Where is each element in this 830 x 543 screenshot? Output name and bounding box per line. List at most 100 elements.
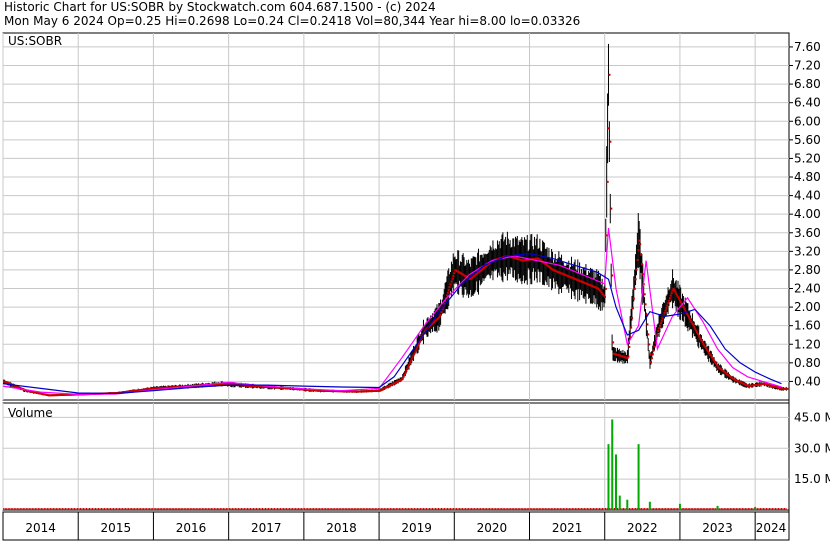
close-mark — [668, 299, 671, 302]
close-mark — [648, 343, 651, 346]
close-mark — [439, 313, 442, 316]
volume-bar — [615, 454, 618, 510]
price-panel — [2, 32, 790, 401]
close-mark — [786, 387, 789, 390]
close-mark — [667, 302, 670, 305]
close-mark — [603, 295, 606, 298]
y-tick-label: 7.60 — [794, 40, 821, 54]
y-tick-label: 7.20 — [794, 59, 821, 73]
close-mark — [411, 356, 414, 359]
close-mark — [661, 317, 664, 320]
close-mark — [409, 360, 412, 363]
volume-tick-label: 30.0 M — [794, 441, 830, 455]
close-mark — [670, 292, 673, 295]
close-mark — [650, 361, 653, 364]
x-tick-label: 2022 — [627, 521, 658, 535]
close-mark — [630, 326, 633, 329]
x-tick-label: 2017 — [251, 521, 282, 535]
close-mark — [628, 345, 631, 348]
x-tick-label: 2024 — [756, 521, 787, 535]
close-mark — [631, 316, 634, 319]
y-tick-label: 5.20 — [794, 151, 821, 165]
close-mark — [663, 312, 666, 315]
close-mark — [438, 315, 441, 318]
close-mark — [627, 355, 630, 358]
close-mark — [656, 333, 659, 336]
y-tick-label: 0.40 — [794, 374, 821, 388]
close-mark — [649, 353, 652, 356]
close-mark — [412, 354, 415, 357]
close-mark — [451, 277, 454, 280]
close-mark — [449, 283, 452, 286]
close-mark — [634, 278, 637, 281]
close-mark — [406, 368, 409, 371]
close-mark — [660, 319, 663, 322]
symbol-label: US:SOBR — [8, 34, 62, 48]
x-tick-label: 2015 — [101, 521, 132, 535]
close-mark — [635, 268, 638, 271]
close-mark — [638, 239, 641, 242]
close-mark — [641, 273, 644, 276]
y-tick-label: 5.60 — [794, 133, 821, 147]
close-mark — [664, 309, 667, 312]
y-tick-label: 0.80 — [794, 356, 821, 370]
close-mark — [612, 341, 615, 344]
close-mark — [440, 311, 443, 314]
y-tick-label: 2.80 — [794, 263, 821, 277]
close-mark — [609, 140, 612, 143]
y-tick-label: 6.80 — [794, 77, 821, 91]
close-mark — [416, 346, 419, 349]
close-mark — [659, 324, 662, 327]
close-mark — [403, 373, 406, 376]
close-mark — [631, 307, 634, 310]
close-mark — [671, 289, 674, 292]
volume-tick-label: 45.0 M — [794, 410, 830, 424]
close-mark — [452, 274, 455, 277]
y-tick-label: 4.80 — [794, 170, 821, 184]
volume-bar — [678, 503, 681, 510]
close-mark — [650, 357, 653, 360]
close-mark — [447, 288, 450, 291]
close-mark — [413, 352, 416, 355]
y-tick-label: 1.20 — [794, 337, 821, 351]
close-mark — [448, 286, 451, 289]
close-mark — [652, 349, 655, 352]
close-mark — [404, 371, 407, 374]
close-mark — [604, 287, 607, 290]
close-mark — [607, 127, 610, 130]
close-mark — [666, 304, 669, 307]
close-mark — [414, 350, 417, 353]
close-mark — [644, 303, 647, 306]
volume-bar — [626, 499, 629, 510]
close-mark — [405, 369, 408, 372]
close-mark — [453, 272, 456, 275]
y-tick-label: 6.40 — [794, 96, 821, 110]
volume-bar — [648, 501, 651, 510]
volume-bar — [618, 495, 621, 510]
close-mark — [450, 280, 453, 283]
close-mark — [633, 287, 636, 290]
y-tick-label: 1.60 — [794, 319, 821, 333]
y-tick-label: 3.60 — [794, 226, 821, 240]
close-mark — [647, 333, 650, 336]
close-mark — [632, 297, 635, 300]
close-mark — [669, 294, 672, 297]
close-mark — [640, 263, 643, 266]
close-mark — [446, 291, 449, 294]
close-mark — [606, 180, 609, 183]
volume-label: Volume — [8, 406, 53, 420]
close-mark — [407, 366, 410, 369]
x-tick-label: 2018 — [326, 521, 357, 535]
close-mark — [668, 297, 671, 300]
close-mark — [608, 73, 611, 76]
close-mark — [417, 344, 420, 347]
close-mark — [402, 375, 405, 378]
close-mark — [643, 293, 646, 296]
close-mark — [659, 322, 662, 325]
close-mark — [611, 274, 614, 277]
close-mark — [665, 307, 668, 310]
x-tick-label: 2020 — [477, 521, 508, 535]
close-mark — [653, 345, 656, 348]
y-tick-label: 6.00 — [794, 114, 821, 128]
volume-bar — [611, 419, 614, 510]
